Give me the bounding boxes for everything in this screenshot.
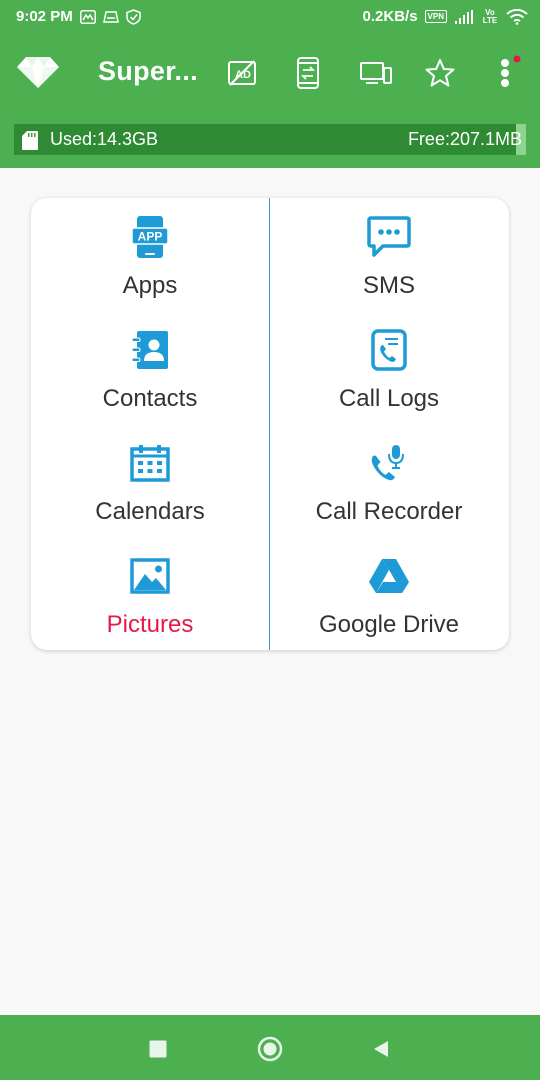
star-icon <box>425 59 455 87</box>
grid-label-apps: Apps <box>122 272 178 299</box>
grid-item-apps[interactable]: APP Apps <box>31 198 269 311</box>
storage-free-label: Free:207.1MB <box>407 129 522 149</box>
status-right: 0.2KB/s VPN Vo LTE <box>363 8 528 25</box>
pictures-icon <box>130 553 170 599</box>
call-recorder-icon <box>370 440 408 486</box>
triangle-back-icon <box>374 1041 388 1057</box>
sms-icon <box>367 214 411 260</box>
calendar-icon <box>130 440 170 486</box>
signal-icon <box>454 9 474 24</box>
more-vert-icon <box>501 55 521 87</box>
grid-item-call-recorder[interactable]: Call Recorder <box>270 424 508 537</box>
grid-label-contacts: Contacts <box>102 385 198 412</box>
devices-icon <box>360 62 392 84</box>
notification-icon-mountain <box>79 9 96 24</box>
network-speed: 0.2KB/s <box>362 8 418 25</box>
grid-item-pictures[interactable]: Pictures <box>31 537 269 650</box>
devices-button[interactable] <box>356 53 396 93</box>
back-button[interactable] <box>366 1034 396 1064</box>
grid-label-calendars: Calendars <box>95 498 205 525</box>
grid-label-pictures: Pictures <box>106 611 194 638</box>
grid-label-call-logs: Call Logs <box>338 385 440 412</box>
no-ads-icon: AD <box>228 60 256 86</box>
more-options-button[interactable] <box>487 53 527 93</box>
grid-item-calendars[interactable]: Calendars <box>31 424 269 537</box>
call-logs-icon <box>371 327 407 373</box>
contacts-icon <box>131 327 169 373</box>
backup-categories-card: APP Apps SMS Contacts Call Logs Calendar… <box>31 198 509 650</box>
grid-item-google-drive[interactable]: Google Drive <box>270 537 508 650</box>
grid-label-google-drive: Google Drive <box>318 611 460 638</box>
grid-label-sms: SMS <box>362 272 415 299</box>
status-time: 9:02 PM <box>16 8 73 25</box>
app-icon-text: APP <box>138 230 163 244</box>
app-title: Super... <box>98 56 198 86</box>
phone-transfer-icon <box>297 57 319 89</box>
grid-item-contacts[interactable]: Contacts <box>31 311 269 424</box>
shield-icon <box>125 8 141 25</box>
sd-card-icon <box>22 131 38 155</box>
notification-dot <box>513 55 521 63</box>
wifi-icon <box>506 8 528 25</box>
app-bar: Super... AD <box>0 33 540 113</box>
recents-button[interactable] <box>143 1034 173 1064</box>
volte-label: Vo LTE <box>482 7 498 25</box>
diamond-logo-icon <box>16 55 60 89</box>
system-nav-bar <box>0 1015 540 1080</box>
grid-item-sms[interactable]: SMS <box>270 198 508 311</box>
notification-icon-drive <box>102 10 119 24</box>
grid-label-call-recorder: Call Recorder <box>315 498 463 525</box>
circle-icon <box>257 1036 283 1062</box>
storage-used-label: Used:14.3GB <box>50 129 159 149</box>
storage-bar: Used:14.3GB Free:207.1MB <box>0 113 540 168</box>
volte-icon: Vo LTE <box>481 7 499 25</box>
home-button[interactable] <box>255 1034 285 1064</box>
status-bar: 9:02 PM 0.2KB/s VPN Vo LTE <box>0 0 540 33</box>
vpn-badge: VPN <box>424 10 447 23</box>
phone-transfer-button[interactable] <box>288 53 328 93</box>
no-ads-button[interactable]: AD <box>222 53 262 93</box>
grid-item-call-logs[interactable]: Call Logs <box>270 311 508 424</box>
storage-progress: Used:14.3GB Free:207.1MB <box>14 124 526 155</box>
google-drive-icon <box>368 553 410 599</box>
apps-icon: APP <box>132 214 168 260</box>
square-icon <box>149 1040 167 1058</box>
favorite-button[interactable] <box>420 53 460 93</box>
status-left: 9:02 PM <box>16 8 141 25</box>
